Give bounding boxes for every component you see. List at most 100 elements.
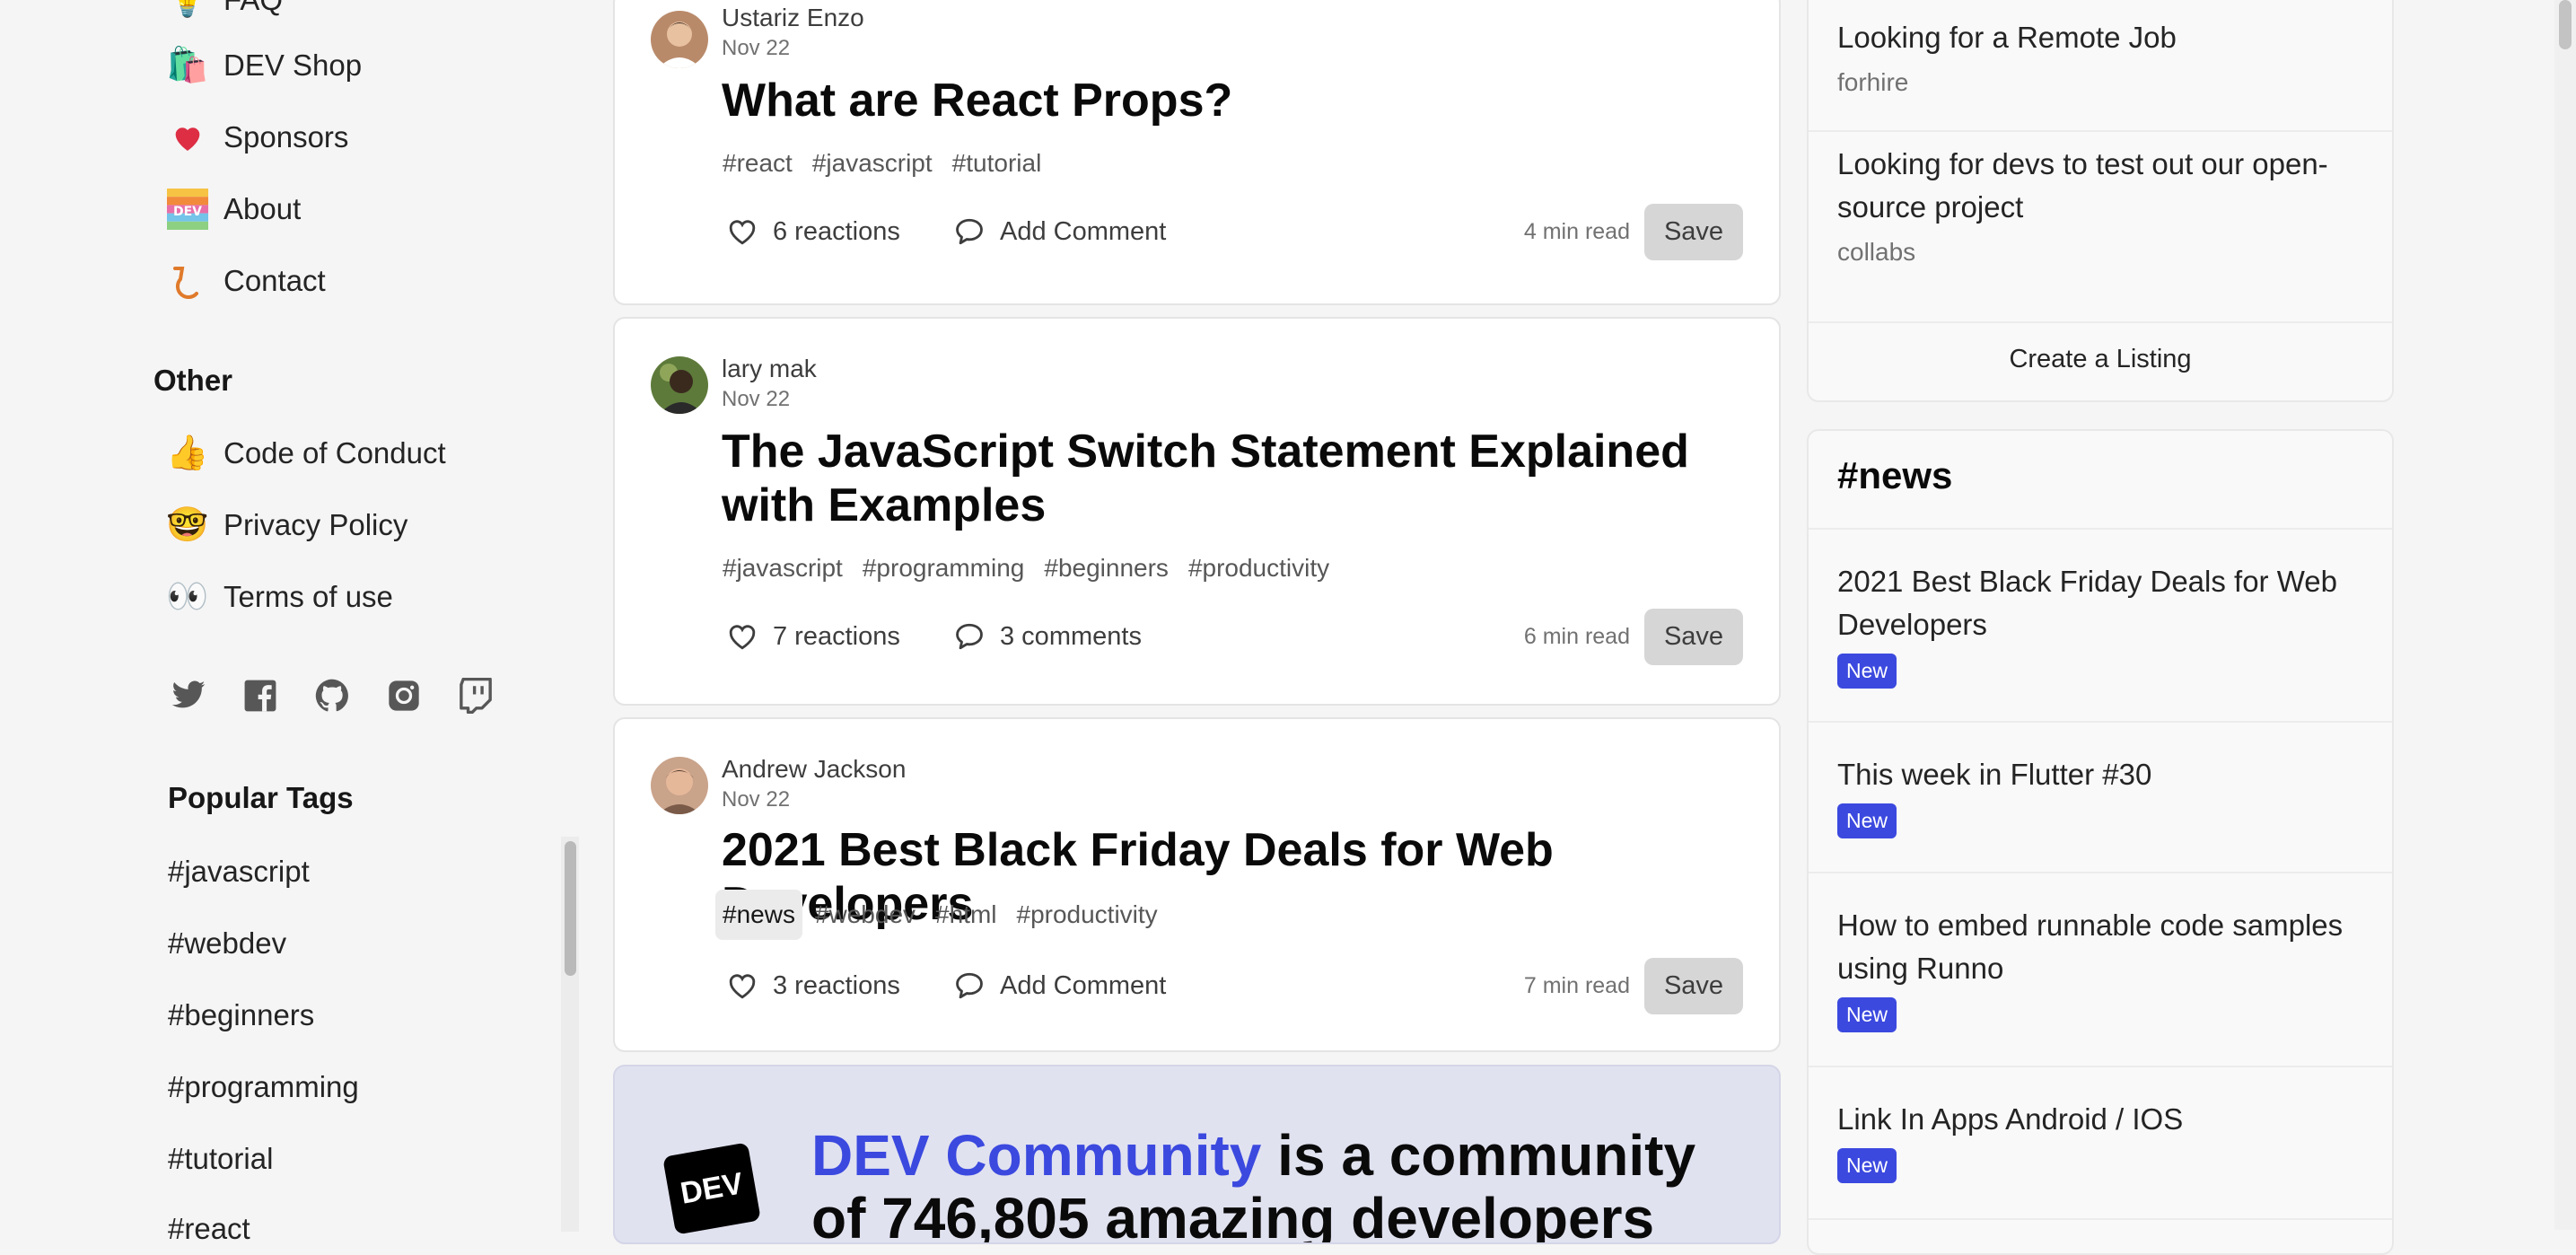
news-widget-title[interactable]: #news — [1837, 454, 1952, 497]
save-button[interactable]: Save — [1644, 204, 1743, 260]
save-button[interactable]: Save — [1644, 609, 1743, 665]
popular-tag-tutorial[interactable]: #tutorial — [168, 1142, 273, 1176]
sidebar-item-label: Sponsors — [223, 120, 349, 154]
article-title[interactable]: The JavaScript Switch Statement Explaine… — [722, 425, 1725, 532]
news-item[interactable]: 2021 Best Black Friday Deals for Web Dev… — [1809, 530, 2392, 723]
avatar[interactable] — [651, 356, 708, 414]
sidebar-item-sponsors[interactable]: Sponsors — [166, 110, 348, 164]
reactions-button[interactable]: 3 reactions — [724, 958, 900, 1014]
popular-tag-webdev[interactable]: #webdev — [168, 926, 286, 961]
avatar[interactable] — [651, 757, 708, 814]
news-widget: #news 2021 Best Black Friday Deals for W… — [1807, 429, 2394, 1255]
article-tag[interactable]: #webdev — [808, 890, 923, 940]
comments-button[interactable]: 3 comments — [951, 609, 1142, 664]
svg-text:DEV: DEV — [173, 205, 202, 219]
post-date[interactable]: Nov 22 — [722, 36, 790, 61]
sidebar-item-label: FAQ — [223, 0, 283, 17]
reactions-button[interactable]: 7 reactions — [724, 609, 900, 664]
avatar[interactable] — [651, 11, 708, 68]
reactions-count: 7 reactions — [773, 621, 900, 651]
listing-item[interactable]: Looking for a Remote Job forhire — [1809, 0, 2392, 132]
article-tag[interactable]: #productivity — [1181, 543, 1336, 593]
listing-category: collabs — [1837, 238, 1916, 266]
eyes-icon: 👀 — [166, 578, 209, 616]
read-time: 4 min read — [1523, 219, 1630, 244]
article-tag[interactable]: #productivity — [1010, 890, 1165, 940]
article-tag-highlighted[interactable]: #news — [715, 890, 802, 940]
dev-logo[interactable]: DEV — [662, 1142, 761, 1235]
popular-tag-javascript[interactable]: #javascript — [168, 855, 310, 889]
news-item[interactable]: Link In Apps Android / IOS New — [1809, 1067, 2392, 1220]
sidebar-item-label: Contact — [223, 264, 326, 297]
article-tag[interactable]: #programming — [855, 543, 1032, 593]
article-tag[interactable]: #beginners — [1037, 543, 1176, 593]
post-date[interactable]: Nov 22 — [722, 387, 790, 412]
read-time: 7 min read — [1523, 973, 1630, 998]
article-tag[interactable]: #tutorial — [945, 138, 1049, 189]
popular-tag-react[interactable]: #react — [168, 1212, 250, 1246]
nerd-face-icon: 🤓 — [166, 506, 209, 544]
article-card[interactable]: lary mak Nov 22 The JavaScript Switch St… — [613, 317, 1781, 706]
sidebar-item-privacy-policy[interactable]: 🤓 Privacy Policy — [166, 498, 407, 552]
create-listing-link[interactable]: Create a Listing — [1809, 345, 2392, 374]
new-badge: New — [1837, 997, 1897, 1032]
heart-icon — [166, 116, 209, 159]
article-tags: #news #webdev #html #productivity — [715, 890, 1165, 940]
left-sidebar: 💡 FAQ 🛍️ DEV Shop Sponsors DEV About Co — [0, 0, 579, 1245]
page-scrollbar-thumb[interactable] — [2559, 0, 2572, 49]
comments-button[interactable]: Add Comment — [951, 958, 1166, 1014]
sidebar-item-label: DEV Shop — [223, 48, 363, 82]
community-banner: DEV DEV Community is a community of 746,… — [613, 1065, 1781, 1244]
listing-title: Looking for a Remote Job — [1837, 21, 2177, 54]
thumbs-up-icon: 👍 — [166, 434, 209, 472]
comments-label: Add Comment — [1000, 216, 1167, 246]
sidebar-item-about[interactable]: DEV About — [166, 182, 301, 236]
instagram-icon[interactable] — [383, 675, 425, 716]
listing-title: Looking for devs to test out our open-so… — [1837, 147, 2328, 224]
news-title: 2021 Best Black Friday Deals for Web Dev… — [1837, 565, 2337, 641]
dev-rainbow-logo-icon: DEV — [166, 188, 209, 231]
article-tag[interactable]: #html — [928, 890, 1003, 940]
popular-tags-scrollbar-thumb[interactable] — [565, 841, 576, 976]
community-link[interactable]: DEV Community — [811, 1123, 1261, 1188]
news-item[interactable]: This week in Flutter #30 New — [1809, 723, 2392, 873]
comments-label: Add Comment — [1000, 970, 1167, 1000]
listing-item[interactable]: Looking for devs to test out our open-so… — [1809, 132, 2392, 323]
author-name[interactable]: Andrew Jackson — [722, 755, 906, 784]
sidebar-item-label: Privacy Policy — [223, 508, 408, 541]
github-icon[interactable] — [311, 675, 353, 716]
sidebar-item-contact[interactable]: Contact — [166, 254, 326, 308]
popular-tag-beginners[interactable]: #beginners — [168, 998, 314, 1032]
news-title: Link In Apps Android / IOS — [1837, 1102, 2184, 1136]
author-name[interactable]: Ustariz Enzo — [722, 4, 864, 32]
facebook-icon[interactable] — [240, 675, 281, 716]
article-title[interactable]: What are React Props? — [722, 74, 1725, 127]
page-scrollbar-track[interactable] — [2554, 0, 2576, 1230]
article-tags: #javascript #programming #beginners #pro… — [715, 543, 1336, 593]
sidebar-item-terms-of-use[interactable]: 👀 Terms of use — [166, 570, 393, 624]
twitch-icon[interactable] — [455, 675, 496, 716]
community-banner-text: DEV Community is a community of 746,805 … — [811, 1123, 1745, 1242]
popular-tag-programming[interactable]: #programming — [168, 1070, 359, 1104]
article-tag[interactable]: #javascript — [715, 543, 850, 593]
other-section-title: Other — [153, 364, 233, 397]
author-name[interactable]: lary mak — [722, 355, 817, 383]
sidebar-item-code-of-conduct[interactable]: 👍 Code of Conduct — [166, 426, 445, 480]
new-badge: New — [1837, 654, 1897, 689]
news-title: How to embed runnable code samples using… — [1837, 908, 2344, 985]
sidebar-item-faq[interactable]: 💡 FAQ — [166, 0, 283, 27]
comments-button[interactable]: Add Comment — [951, 204, 1166, 259]
sidebar-item-label: Terms of use — [223, 580, 393, 613]
post-date[interactable]: Nov 22 — [722, 787, 790, 812]
save-button[interactable]: Save — [1644, 958, 1743, 1014]
heart-outline-icon — [724, 214, 760, 250]
article-card[interactable]: Andrew Jackson Nov 22 2021 Best Black Fr… — [613, 717, 1781, 1052]
reactions-button[interactable]: 6 reactions — [724, 204, 900, 259]
sidebar-item-dev-shop[interactable]: 🛍️ DEV Shop — [166, 39, 362, 92]
twitter-icon[interactable] — [168, 675, 209, 716]
article-tag[interactable]: #react — [715, 138, 800, 189]
article-tag[interactable]: #javascript — [805, 138, 940, 189]
article-card[interactable]: Ustariz Enzo Nov 22 What are React Props… — [613, 0, 1781, 305]
lightbulb-icon: 💡 — [166, 0, 209, 19]
news-item[interactable]: How to embed runnable code samples using… — [1809, 873, 2392, 1067]
